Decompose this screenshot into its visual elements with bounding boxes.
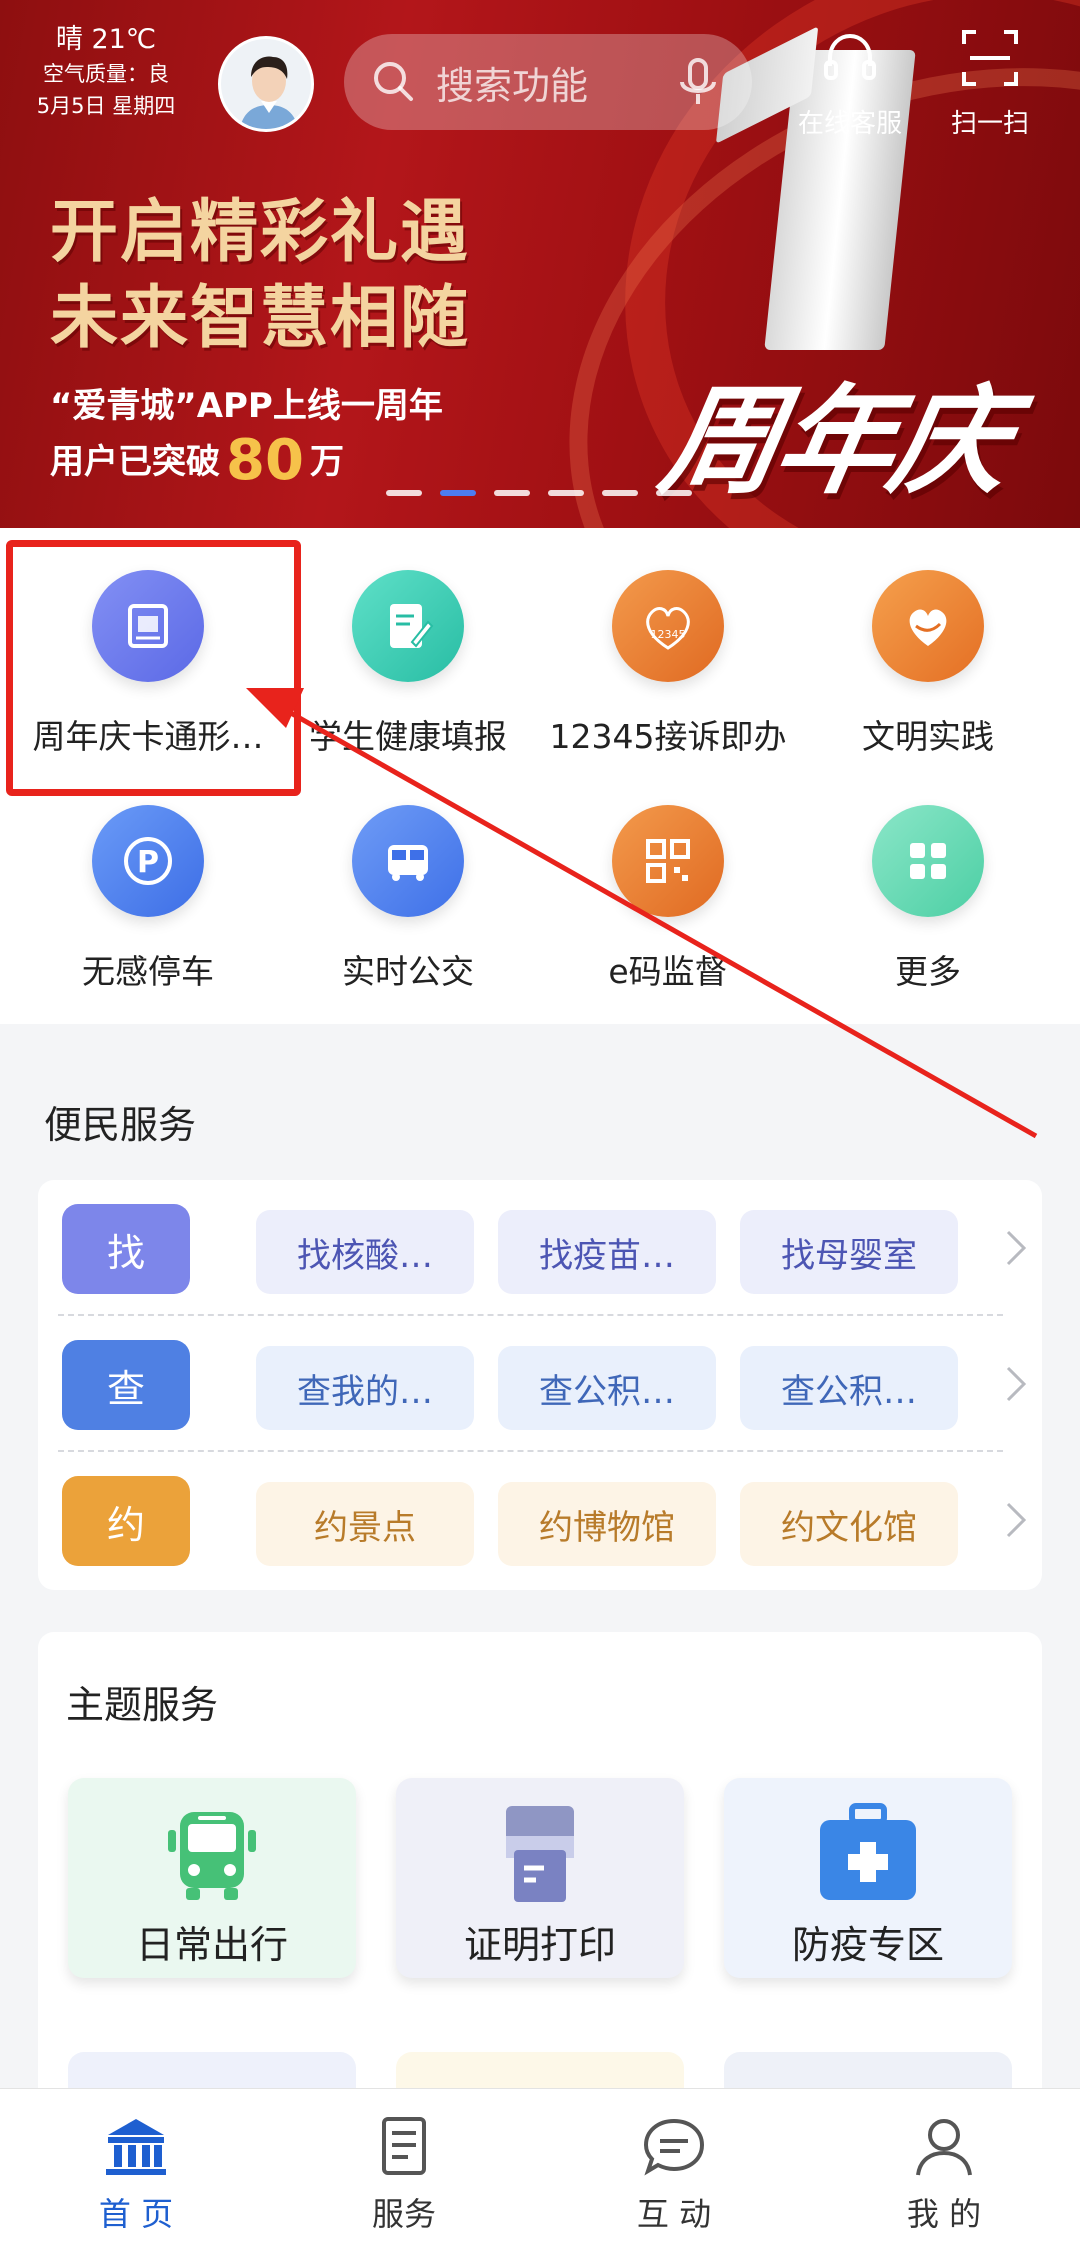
theme-card-label: 证明打印 xyxy=(463,1923,616,1967)
tab-label: 我 的 xyxy=(906,2195,982,2233)
theme-card-label: 日常出行 xyxy=(135,1923,288,1967)
chevron-right-icon[interactable] xyxy=(1002,1498,1030,1542)
row-tag-find: 找 xyxy=(62,1204,190,1294)
chip-find-nursing-room[interactable]: 找母婴室 xyxy=(740,1210,958,1294)
chip-book-culture[interactable]: 约文化馆 xyxy=(740,1482,958,1566)
theme-card-epidemic-prevention[interactable]: 防疫专区 xyxy=(724,1778,1012,1978)
theme-card-certificate-print[interactable]: 证明打印 xyxy=(396,1778,684,1978)
theme-card-label: 防疫专区 xyxy=(791,1923,944,1967)
theme-card-daily-travel[interactable]: 日常出行 xyxy=(68,1778,356,1978)
medical-kit-icon xyxy=(820,1803,916,1900)
printer-icon xyxy=(506,1806,574,1902)
row-tag-query: 查 xyxy=(62,1340,190,1430)
tab-label: 互 动 xyxy=(636,2195,712,2233)
document-icon xyxy=(382,2117,426,2175)
chip-book-scenic[interactable]: 约景点 xyxy=(256,1482,474,1566)
chip-find-nucleic[interactable]: 找核酸… xyxy=(256,1210,474,1294)
tab-label: 首 页 xyxy=(98,2195,174,2233)
convenience-row-book: 约 约景点 约博物馆 约文化馆 xyxy=(62,1470,1027,1566)
convenience-row-find: 找 找核酸… 找疫苗… 找母婴室 xyxy=(62,1198,1027,1294)
convenience-services-card: 找 找核酸… 找疫苗… 找母婴室 查 查我的… 查公积… 查公积… 约 约景点 … xyxy=(38,1180,1042,1590)
theme-services-card: 主题服务 日常出行 证明打印 防疫专区 xyxy=(38,1632,1042,2112)
chat-icon xyxy=(643,2118,705,2176)
home-building-icon xyxy=(106,2119,166,2175)
chip-query-fund-2[interactable]: 查公积… xyxy=(740,1346,958,1430)
bus-icon xyxy=(168,1812,256,1900)
tab-home[interactable]: 首 页 xyxy=(56,2115,216,2235)
chip-query-fund[interactable]: 查公积… xyxy=(498,1346,716,1430)
chip-find-vaccine[interactable]: 找疫苗… xyxy=(498,1210,716,1294)
row-divider xyxy=(58,1314,1003,1316)
chevron-right-icon[interactable] xyxy=(1002,1226,1030,1270)
row-divider xyxy=(58,1450,1003,1452)
bottom-tab-bar: 首 页 服务 互 动 我 的 xyxy=(0,2088,1080,2254)
tab-mine[interactable]: 我 的 xyxy=(864,2115,1024,2235)
user-icon xyxy=(916,2119,972,2176)
chevron-right-icon[interactable] xyxy=(1002,1362,1030,1406)
chip-book-museum[interactable]: 约博物馆 xyxy=(498,1482,716,1566)
annotation-arrow xyxy=(246,688,1038,1139)
tab-services[interactable]: 服务 xyxy=(324,2115,484,2235)
tab-label: 服务 xyxy=(371,2195,436,2233)
theme-section-title: 主题服务 xyxy=(66,1683,219,1727)
convenience-row-query: 查 查我的… 查公积… 查公积… xyxy=(62,1334,1027,1430)
chip-query-mine[interactable]: 查我的… xyxy=(256,1346,474,1430)
tab-interaction[interactable]: 互 动 xyxy=(594,2115,754,2235)
row-tag-book: 约 xyxy=(62,1476,190,1566)
